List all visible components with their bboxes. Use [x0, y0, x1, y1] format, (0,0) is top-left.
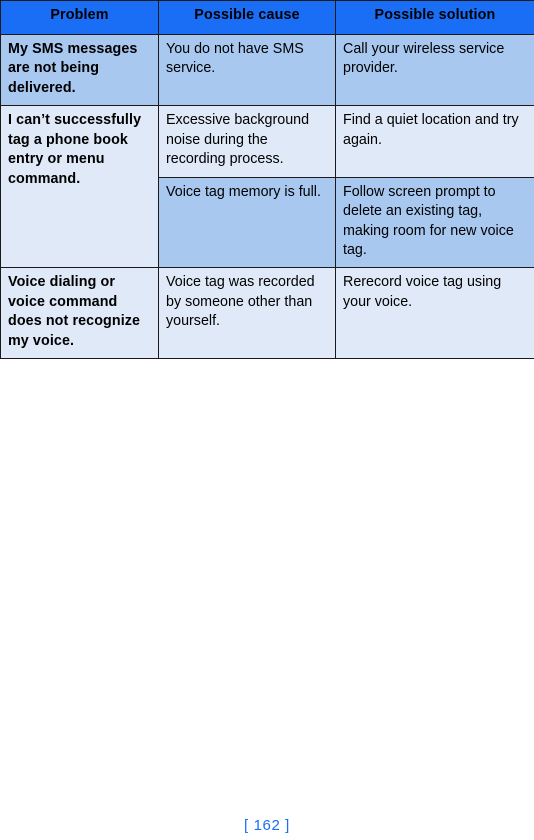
page-number-footer: [ 162 ] [244, 817, 290, 834]
cell-problem: I can’t successfully tag a phone book en… [0, 105, 159, 269]
troubleshooting-table-wrapper: Problem Possible cause Possible solution… [0, 0, 534, 360]
cell-cause: Excessive background noise during the re… [158, 105, 336, 178]
cell-problem: Voice dialing or voice command does not … [0, 267, 159, 360]
cell-problem: My SMS messages are not being delivered. [0, 33, 159, 107]
table-header: Problem Possible cause Possible solution [0, 0, 534, 35]
column-header-cause: Possible cause [158, 0, 336, 35]
manual-page: Problem Possible cause Possible solution… [0, 0, 534, 840]
cell-solution: Rerecord voice tag using your voice. [335, 267, 534, 360]
table-row: I can’t successfully tag a phone book en… [0, 105, 534, 269]
cell-cause: Voice tag memory is full. [158, 176, 336, 269]
cell-solution: Call your wireless service provider. [335, 33, 534, 107]
cell-cause: You do not have SMS service. [158, 33, 336, 107]
cell-solution: Find a quiet location and try again. [335, 105, 534, 178]
table-body: My SMS messages are not being delivered.… [0, 33, 534, 360]
troubleshooting-table: Problem Possible cause Possible solution… [0, 0, 534, 360]
table-header-row: Problem Possible cause Possible solution [0, 0, 534, 35]
column-header-problem: Problem [0, 0, 159, 35]
column-header-solution: Possible solution [335, 0, 534, 35]
cell-solution: Follow screen prompt to delete an existi… [335, 176, 534, 269]
cell-cause: Voice tag was recorded by someone other … [158, 267, 336, 360]
table-row: My SMS messages are not being delivered.… [0, 33, 534, 107]
table-row: Voice dialing or voice command does not … [0, 267, 534, 360]
